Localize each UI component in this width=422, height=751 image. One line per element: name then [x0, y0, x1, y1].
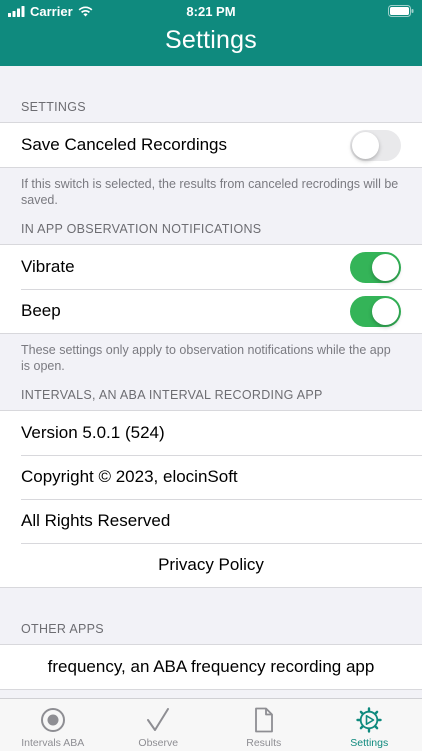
version-label: Version 5.0.1 (524)	[21, 423, 165, 443]
switch-knob	[372, 298, 399, 325]
tab-intervals-aba[interactable]: Intervals ABA	[0, 699, 106, 751]
frequency-app-row[interactable]: frequency, an ABA frequency recording ap…	[0, 645, 422, 689]
rights-label: All Rights Reserved	[21, 511, 170, 531]
section-header-settings: SETTINGS	[0, 100, 422, 114]
tab-observe[interactable]: Observe	[106, 699, 212, 751]
gear-play-icon	[356, 707, 382, 733]
notifications-group: Vibrate Beep	[0, 244, 422, 334]
version-row: Version 5.0.1 (524)	[0, 411, 422, 455]
record-circle-icon	[40, 707, 66, 733]
vibrate-row: Vibrate	[0, 245, 422, 289]
settings-list[interactable]: SETTINGS Save Canceled Recordings If thi…	[0, 66, 422, 698]
switch-knob	[352, 132, 379, 159]
section-header-about: INTERVALS, AN ABA INTERVAL RECORDING APP	[0, 388, 422, 402]
page-title: Settings	[0, 26, 422, 55]
notifications-footer: These settings only apply to observation…	[0, 334, 422, 374]
privacy-policy-link[interactable]: Privacy Policy	[158, 555, 264, 575]
document-icon	[251, 707, 277, 733]
vibrate-label: Vibrate	[21, 257, 75, 277]
rights-row: All Rights Reserved	[0, 499, 422, 543]
copyright-row: Copyright © 2023, elocinSoft	[0, 455, 422, 499]
save-canceled-row: Save Canceled Recordings	[0, 123, 422, 167]
settings-footer: If this switch is selected, the results …	[0, 168, 422, 208]
tab-label: Settings	[350, 737, 388, 749]
privacy-policy-row[interactable]: Privacy Policy	[0, 543, 422, 587]
save-canceled-label: Save Canceled Recordings	[21, 135, 227, 155]
frequency-app-link[interactable]: frequency, an ABA frequency recording ap…	[48, 657, 375, 677]
navigation-header: Carrier 8:21 PM Settings	[0, 0, 422, 66]
tab-label: Intervals ABA	[21, 737, 84, 749]
tab-results[interactable]: Results	[211, 699, 317, 751]
battery-icon	[388, 5, 414, 17]
vibrate-switch[interactable]	[350, 252, 401, 283]
other-apps-group: frequency, an ABA frequency recording ap…	[0, 644, 422, 690]
copyright-label: Copyright © 2023, elocinSoft	[21, 467, 238, 487]
beep-row: Beep	[0, 289, 422, 333]
section-header-other-apps: OTHER APPS	[0, 622, 422, 636]
tab-settings[interactable]: Settings	[317, 699, 422, 751]
save-canceled-switch[interactable]	[350, 130, 401, 161]
switch-knob	[372, 254, 399, 281]
tab-bar: Intervals ABA Observe Results	[0, 698, 422, 751]
section-header-notifications: IN APP OBSERVATION NOTIFICATIONS	[0, 222, 422, 236]
beep-switch[interactable]	[350, 296, 401, 327]
tab-label: Results	[246, 737, 281, 749]
checkmark-icon	[145, 707, 171, 733]
beep-label: Beep	[21, 301, 61, 321]
tab-label: Observe	[138, 737, 178, 749]
status-bar: Carrier 8:21 PM	[0, 0, 422, 22]
settings-group: Save Canceled Recordings	[0, 122, 422, 168]
status-time: 8:21 PM	[0, 4, 422, 19]
about-group: Version 5.0.1 (524) Copyright © 2023, el…	[0, 410, 422, 588]
